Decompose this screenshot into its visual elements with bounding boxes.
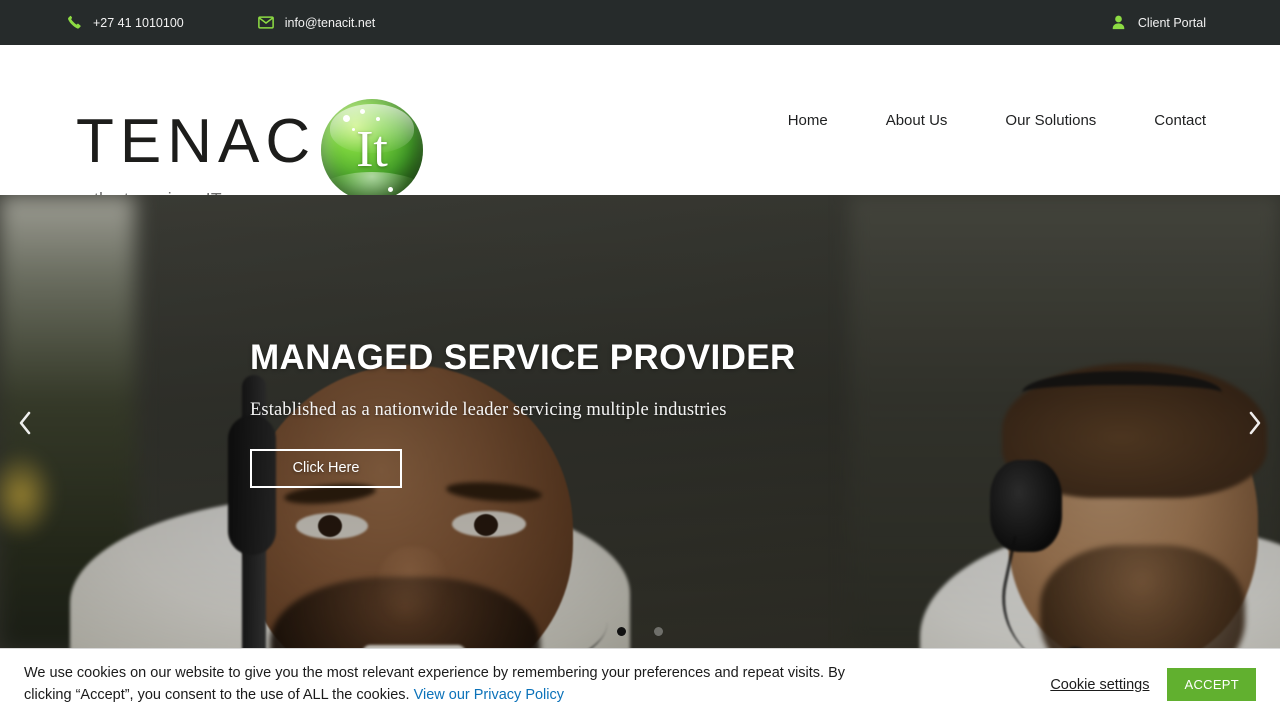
carousel-dot[interactable] [654, 627, 663, 636]
orb-sparkle [359, 109, 365, 115]
privacy-policy-link[interactable]: View our Privacy Policy [414, 687, 564, 703]
phone-contact[interactable]: +27 41 1010100 [66, 15, 184, 31]
phone-icon [66, 15, 82, 31]
carousel-pagination [0, 627, 1280, 636]
hero-cta-button[interactable]: Click Here [250, 448, 402, 488]
nav-item-contact[interactable]: Contact [1154, 112, 1206, 129]
nav-item-about-us[interactable]: About Us [886, 112, 948, 129]
hero-content: MANAGED SERVICE PROVIDER Established as … [250, 195, 1030, 650]
cookie-message: We use cookies on our website to give yo… [24, 663, 864, 706]
logo-orb-icon: It [321, 99, 423, 201]
cookie-message-line2: clicking “Accept”, you consent to the us… [24, 686, 410, 703]
hero-title: MANAGED SERVICE PROVIDER [250, 338, 796, 378]
envelope-icon [257, 15, 274, 31]
client-portal-link[interactable]: Client Portal [1111, 15, 1206, 31]
topbar-contact-group: +27 41 1010100 info@tenacit.net [66, 15, 375, 31]
cookie-settings-link[interactable]: Cookie settings [1050, 677, 1149, 693]
email-address: info@tenacit.net [284, 15, 376, 30]
logo-wordmark: TENAC [76, 107, 317, 176]
hero-carousel: MANAGED SERVICE PROVIDER Established as … [0, 195, 1280, 650]
carousel-dot[interactable] [617, 627, 626, 636]
utility-topbar: +27 41 1010100 info@tenacit.net Client P… [0, 0, 1280, 45]
logo-orb-text: It [356, 121, 388, 178]
user-icon [1111, 15, 1127, 31]
cookie-message-line1: We use cookies on our website to give yo… [24, 665, 846, 682]
cookie-consent-banner: We use cookies on our website to give yo… [0, 648, 1280, 720]
nav-item-our-solutions[interactable]: Our Solutions [1005, 112, 1096, 129]
cookie-actions: Cookie settings ACCEPT [1050, 668, 1256, 701]
chevron-right-icon [1249, 411, 1261, 434]
chevron-left-icon [19, 411, 31, 434]
carousel-next-button[interactable] [1242, 401, 1268, 445]
nav-item-home[interactable]: Home [788, 112, 828, 129]
phone-number: +27 41 1010100 [93, 15, 184, 30]
page-root: +27 41 1010100 info@tenacit.net Client P… [0, 0, 1280, 720]
email-contact[interactable]: info@tenacit.net [257, 15, 376, 31]
client-portal-label: Client Portal [1137, 15, 1206, 30]
hero-subtitle: Established as a nationwide leader servi… [250, 399, 727, 420]
cookie-accept-button[interactable]: ACCEPT [1167, 668, 1256, 701]
site-header: TENAC It the tenacious IT company Home A… [0, 45, 1280, 227]
carousel-prev-button[interactable] [12, 401, 38, 445]
primary-navigation: Home About Us Our Solutions Contact [788, 45, 1206, 195]
